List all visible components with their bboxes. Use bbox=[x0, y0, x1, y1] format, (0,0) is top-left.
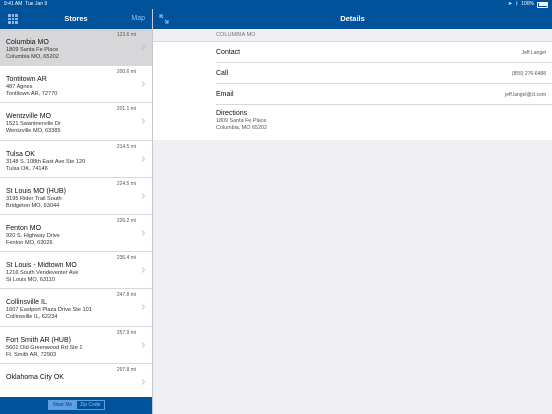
status-time: 9:41 AM bbox=[4, 1, 23, 7]
contact-value: Jeff Langel bbox=[521, 50, 546, 56]
store-distance: 123.6 mi bbox=[116, 32, 136, 38]
store-city: Tontitown AR, 72770 bbox=[6, 91, 58, 98]
chevron-right-icon bbox=[141, 155, 146, 162]
call-value: (855) 276-6488 bbox=[511, 71, 546, 77]
store-city: Tulsa OK, 74146 bbox=[6, 165, 48, 172]
map-button[interactable]: Map bbox=[131, 9, 145, 29]
store-street: 920 S. Highway Drive bbox=[6, 232, 60, 239]
store-distance: 201.1 mi bbox=[116, 106, 136, 113]
chevron-right-icon bbox=[141, 118, 146, 125]
store-name: St Louis - Midtown MO bbox=[6, 262, 77, 270]
store-distance: 226.2 mi bbox=[116, 217, 136, 224]
store-distance: 247.8 mi bbox=[116, 292, 136, 299]
store-city: Bridgeton MO, 63044 bbox=[6, 202, 60, 209]
store-city: Wentzville MO, 63385 bbox=[6, 128, 61, 135]
email-value: jeff.langel@cl.com bbox=[505, 92, 546, 98]
store-list-item[interactable]: Wentzville MO 1521 Swantnerville Dr Wentzv… bbox=[0, 103, 152, 141]
store-list-item[interactable]: Columbia MO 1809 Santa Fe Place Columbia M… bbox=[0, 29, 152, 67]
zip-code-segment[interactable]: Zip Code bbox=[77, 401, 105, 409]
store-name: Fort Smith AR (HUB) bbox=[6, 336, 71, 344]
store-name: Tulsa OK bbox=[6, 150, 35, 158]
contact-row[interactable]: Contact Jeff Langel bbox=[216, 42, 552, 63]
search-mode-segmented-control: Near Me Zip Code bbox=[48, 400, 105, 410]
store-city: Columbia MO, 65202 bbox=[6, 54, 59, 60]
store-distance: 224.5 mi bbox=[116, 180, 136, 187]
store-list-item[interactable]: St Louis MO (HUB) 3195 Rider Trail South B… bbox=[0, 177, 152, 215]
stores-title: Stores bbox=[64, 14, 88, 23]
store-distance: 257.9 mi bbox=[116, 329, 136, 336]
store-street: 3148 S. 108th East Ave Ste 120 bbox=[6, 158, 86, 165]
chevron-right-icon bbox=[141, 341, 146, 348]
store-name: Tontitown AR bbox=[6, 76, 47, 84]
store-name: Collinsville IL bbox=[6, 299, 47, 307]
store-name: Columbia MO bbox=[6, 39, 49, 46]
store-city: Collinsville IL, 62234 bbox=[6, 314, 58, 321]
store-street: 1216 South Vendeventer Ave bbox=[6, 270, 79, 277]
location-arrow-icon: ➤ bbox=[507, 1, 513, 7]
store-name: Wentzville MO bbox=[6, 113, 51, 121]
store-list-item[interactable]: Oklahoma City OK 297.8 mi bbox=[0, 363, 152, 397]
store-name: Fenton MO bbox=[6, 224, 42, 232]
detail-section-header: COLUMBIA MO bbox=[153, 29, 552, 42]
store-city: Ft. Smith AR, 72903 bbox=[6, 351, 57, 358]
store-list-item[interactable]: St Louis - Midtown MO 1216 South Vendeven… bbox=[0, 252, 152, 290]
chevron-right-icon bbox=[141, 378, 146, 385]
call-label: Call bbox=[216, 70, 229, 77]
store-list[interactable]: Columbia MO 1809 Santa Fe Place Columbia M… bbox=[0, 29, 152, 397]
chevron-right-icon bbox=[141, 230, 146, 236]
store-name: Oklahoma City OK bbox=[6, 373, 64, 381]
details-title: Details bbox=[340, 14, 365, 23]
store-street: 1809 Santa Fe Place bbox=[6, 47, 59, 53]
status-time-date: 9:41 AM Tue Jan 9 bbox=[4, 0, 47, 9]
battery-percent: 100% bbox=[521, 1, 534, 7]
store-distance: 214.5 mi bbox=[116, 143, 136, 150]
email-label: Email bbox=[216, 91, 234, 98]
chevron-right-icon bbox=[141, 81, 146, 87]
contact-label: Contact bbox=[216, 49, 241, 56]
email-row[interactable]: Email jeff.langel@cl.com bbox=[216, 84, 552, 105]
store-city: Fenton MO, 63026 bbox=[6, 239, 53, 246]
chevron-right-icon bbox=[141, 44, 146, 50]
store-list-item[interactable]: Collinsville IL 1607 Eastport Plaza Drive… bbox=[0, 289, 152, 327]
store-city: St Louis MO, 63110 bbox=[6, 277, 56, 284]
near-me-segment[interactable]: Near Me bbox=[49, 401, 77, 409]
store-name: St Louis MO (HUB) bbox=[6, 187, 66, 195]
store-street: 1521 Swantnerville Dr bbox=[6, 121, 61, 128]
store-detail-panel: COLUMBIA MO Contact Jeff Langel Call (85… bbox=[153, 29, 552, 140]
store-street: 1607 Eastport Plaza Drive Ste 101 bbox=[6, 307, 92, 314]
store-distance: 236.4 mi bbox=[116, 255, 136, 262]
store-list-item[interactable]: Fort Smith AR (HUB) 5601 Old Greenwood Rd… bbox=[0, 326, 152, 364]
directions-row[interactable]: Directions 1809 Santa Fe Place Columbia,… bbox=[216, 105, 552, 138]
battery-icon bbox=[537, 1, 548, 8]
status-bar: 9:41 AM Tue Jan 9 ➤ ᛒ 100% bbox=[0, 0, 552, 9]
chevron-right-icon bbox=[141, 304, 146, 311]
call-row[interactable]: Call (855) 276-6488 bbox=[216, 63, 552, 84]
store-street: 5601 Old Greenwood Rd Ste 1 bbox=[6, 344, 83, 351]
directions-label: Directions bbox=[216, 110, 248, 117]
chevron-right-icon bbox=[141, 267, 146, 273]
store-distance: 297.8 mi bbox=[116, 366, 136, 373]
status-date: Tue Jan 9 bbox=[25, 1, 48, 7]
chevron-right-icon bbox=[141, 192, 146, 199]
store-distance: 200.6 mi bbox=[116, 69, 136, 76]
store-list-item[interactable]: Tontitown AR 487 Agnes Tontitown AR, 72770… bbox=[0, 66, 152, 104]
store-street: 3195 Rider Trail South bbox=[6, 195, 62, 202]
directions-street: 1809 Santa Fe Place bbox=[216, 118, 267, 124]
status-right: ➤ ᛒ 100% bbox=[508, 0, 548, 9]
stores-nav-bar: Stores Map bbox=[0, 9, 152, 29]
bottom-toolbar: Near Me Zip Code bbox=[0, 397, 152, 414]
store-street: 487 Agnes bbox=[6, 84, 33, 91]
details-nav-bar: Details bbox=[153, 9, 552, 29]
directions-city: Columbia, MO 65202 bbox=[216, 124, 267, 131]
bluetooth-icon: ᛒ bbox=[515, 1, 519, 7]
store-list-item[interactable]: Tulsa OK 3148 S. 108th East Ave Ste 120 Tu… bbox=[0, 140, 152, 178]
store-list-item[interactable]: Fenton MO 920 S. Highway Drive Fenton MO, … bbox=[0, 214, 152, 253]
